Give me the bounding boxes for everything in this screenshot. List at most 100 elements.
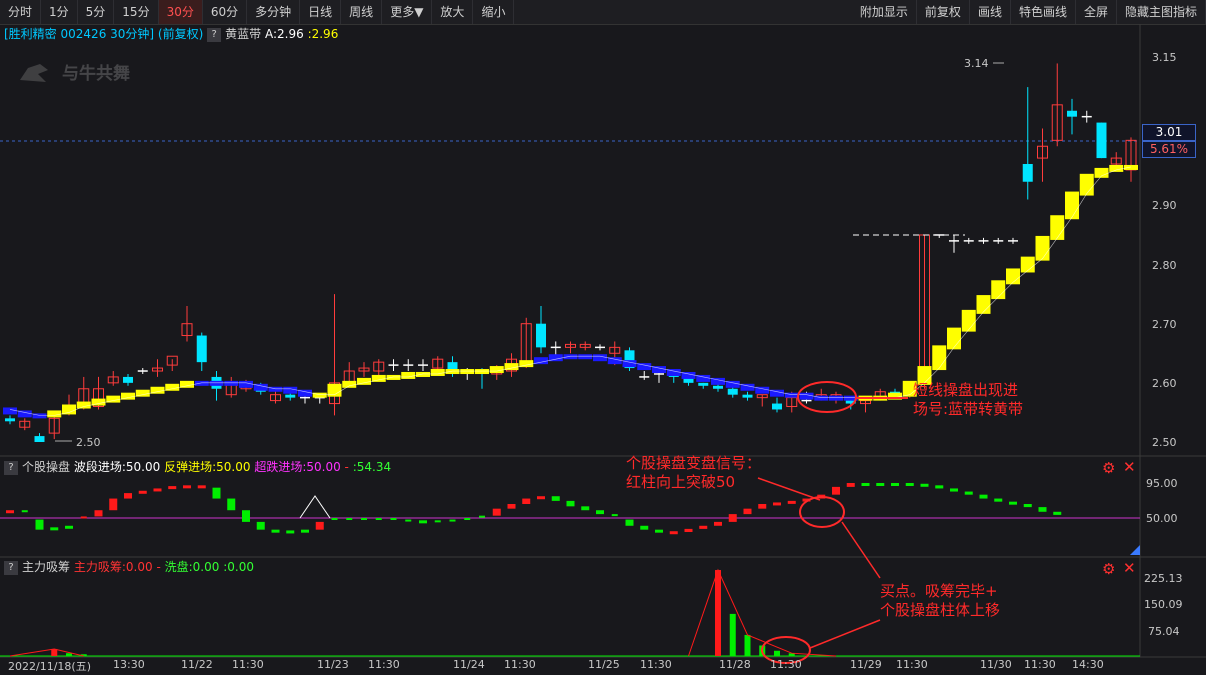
x-tick: 11/29 — [850, 658, 882, 671]
draw-line-button[interactable]: 画线 — [970, 0, 1011, 24]
band-segment — [1109, 164, 1124, 172]
panel1-bar — [832, 486, 840, 495]
indicator-name[interactable]: 黄蓝带 — [225, 27, 261, 41]
candle-body — [447, 362, 458, 372]
band-segment — [150, 386, 165, 394]
band-segment — [1094, 167, 1109, 178]
close-icon[interactable]: ✕ — [1123, 559, 1136, 577]
tab-30min[interactable]: 30分 — [158, 0, 203, 24]
close-icon[interactable]: ✕ — [1123, 458, 1136, 476]
y-tick-main: 2.80 — [1152, 259, 1177, 272]
tab-multi-min[interactable]: 多分钟 — [247, 0, 301, 24]
gear-icon[interactable]: ⚙ — [1102, 560, 1115, 578]
more-dropdown[interactable]: 更多▼ — [382, 0, 433, 24]
band-segment — [357, 377, 371, 385]
band-segment — [1020, 256, 1035, 273]
candle-body — [78, 388, 90, 408]
panel1-bar — [566, 500, 575, 507]
band-segment — [32, 413, 47, 419]
band-segment — [91, 398, 106, 406]
panel1-sep: - — [344, 460, 349, 474]
band-segment — [76, 401, 91, 409]
annotation-line: 场号:蓝带转黄带 — [913, 400, 1024, 418]
annotation-buy-point: 买点。吸筹完毕+ 个股操盘柱体上移 — [880, 582, 1000, 620]
x-tick: 11:30 — [368, 658, 400, 671]
y-tick-main: 2.70 — [1152, 318, 1177, 331]
panel2-bar — [729, 613, 736, 656]
help-icon[interactable]: ? — [4, 560, 18, 575]
candle-body — [1037, 145, 1048, 159]
scroll-corner-marker[interactable] — [1130, 545, 1140, 555]
help-icon[interactable]: ? — [4, 460, 18, 475]
panel2-bar — [66, 653, 72, 656]
adjust-button[interactable]: 前复权 — [917, 0, 970, 24]
band-segment — [460, 369, 475, 375]
special-draw-button[interactable]: 特色画线 — [1011, 0, 1076, 24]
band-segment — [253, 383, 268, 391]
candle-body — [166, 355, 178, 366]
band-segment — [593, 354, 607, 362]
fullscreen-button[interactable]: 全屏 — [1076, 0, 1117, 24]
panel1-bar — [256, 521, 265, 530]
candle-body — [285, 394, 296, 398]
panel1-bar — [331, 518, 338, 520]
panel2-bar — [715, 570, 721, 656]
extra-display-button[interactable]: 附加显示 — [852, 0, 917, 24]
panel1-bar — [1009, 501, 1017, 505]
band-segment — [430, 369, 445, 376]
high-price-label: 3.14 — [964, 57, 989, 70]
band-segment — [829, 395, 843, 401]
panel1-bar — [301, 529, 309, 533]
panel1-name[interactable]: 个股操盘 — [22, 460, 70, 474]
candle-body — [1067, 110, 1077, 117]
hide-indicator-button[interactable]: 隐藏主图指标 — [1117, 0, 1206, 24]
band-segment — [814, 395, 829, 401]
panel1-bar — [50, 527, 59, 531]
band-segment — [416, 371, 430, 377]
candle-body — [815, 394, 827, 399]
candle-body — [727, 388, 738, 395]
band-segment — [3, 407, 17, 415]
panel1-bar — [876, 483, 885, 486]
panel1-bar — [183, 485, 191, 489]
tab-5min[interactable]: 5分 — [78, 0, 115, 24]
tab-15min[interactable]: 15分 — [114, 0, 159, 24]
y-tick-main: 2.90 — [1152, 199, 1177, 212]
help-icon[interactable]: ? — [207, 27, 222, 42]
band-segment — [209, 380, 224, 386]
panel1-bar — [964, 491, 973, 495]
band-segment — [873, 395, 888, 401]
tab-60min[interactable]: 60分 — [203, 0, 248, 24]
candle-body — [329, 382, 340, 405]
annotation-line: 个股操盘变盘信号： — [626, 454, 762, 472]
panel2-name[interactable]: 主力吸筹 — [22, 560, 70, 574]
panel1-bar — [640, 525, 649, 530]
panel2-bar — [759, 645, 766, 656]
current-price-tag: 3.01 — [1142, 124, 1196, 141]
tab-daily[interactable]: 日线 — [300, 0, 342, 24]
tab-weekly[interactable]: 周线 — [341, 0, 383, 24]
candle-body — [874, 391, 886, 399]
panel1-bar — [743, 508, 752, 515]
zoom-in-button[interactable]: 放大 — [432, 0, 474, 24]
band-segment — [725, 380, 740, 388]
panel1-bar — [242, 510, 250, 522]
x-tick: 11:30 — [232, 658, 264, 671]
band-segment — [1006, 268, 1020, 285]
panel1-bar — [153, 488, 162, 492]
band-segment — [342, 380, 357, 388]
tab-fenshi[interactable]: 分时 — [0, 0, 42, 24]
panel1-bar — [625, 519, 634, 526]
band-segment — [489, 366, 504, 374]
candle-body — [683, 376, 694, 383]
gear-icon[interactable]: ⚙ — [1102, 459, 1115, 477]
panel1-bar — [846, 483, 855, 487]
panel1-bar — [434, 520, 441, 523]
candle-body — [19, 420, 31, 428]
candle-body — [63, 406, 75, 413]
zoom-out-button[interactable]: 缩小 — [473, 0, 515, 24]
candle-body — [477, 371, 487, 374]
tab-1min[interactable]: 1分 — [41, 0, 78, 24]
panel1-bar — [611, 514, 618, 517]
candle-body — [668, 373, 679, 377]
